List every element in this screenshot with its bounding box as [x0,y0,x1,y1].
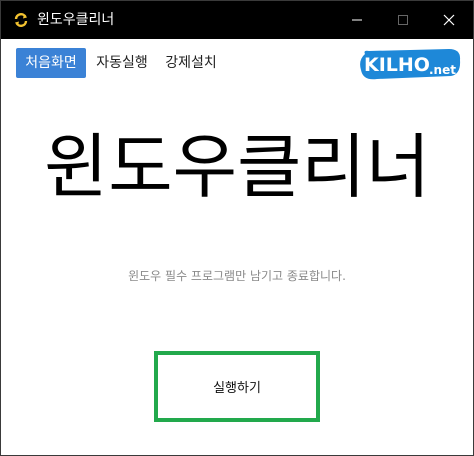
logo-text-suffix: .net [429,63,456,77]
app-window: 윈도우클리너 처음화면 자동실행 강제설치 KILHO .net 윈도우클리너 [0,0,474,456]
window-title: 윈도우클리너 [37,12,115,28]
title-bar[interactable]: 윈도우클리너 [1,1,473,39]
tab-autorun[interactable]: 자동실행 [93,48,151,78]
tab-force-install[interactable]: 강제설치 [162,48,220,78]
close-button[interactable] [426,1,472,39]
description-text: 윈도우 필수 프로그램만 남기고 종료합니다. [128,269,346,283]
kilho-logo: KILHO .net [357,48,463,81]
minimize-button[interactable] [334,1,380,39]
close-icon [443,14,455,26]
run-button[interactable]: 실행하기 [154,351,320,422]
refresh-arrows-icon [13,12,29,28]
minimize-icon [352,19,362,21]
maximize-icon [398,15,408,25]
tab-home[interactable]: 처음화면 [16,48,86,78]
maximize-button[interactable] [380,1,426,39]
page-title: 윈도우클리너 [43,126,431,208]
logo-text-main: KILHO [364,54,430,76]
run-button-label: 실행하기 [213,381,261,396]
